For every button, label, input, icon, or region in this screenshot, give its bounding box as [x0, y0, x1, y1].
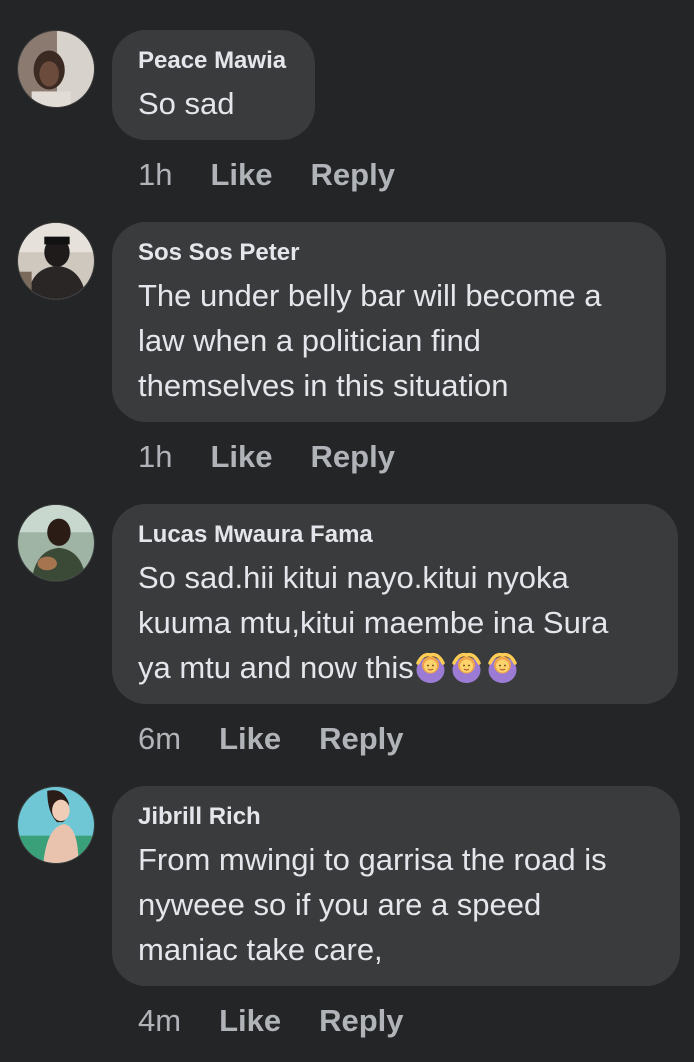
comment-timestamp[interactable]: 1h: [138, 439, 172, 475]
comment-bubble: Sos Sos Peter The under belly bar will b…: [112, 222, 666, 422]
like-button[interactable]: Like: [210, 157, 272, 193]
reply-button[interactable]: Reply: [311, 439, 395, 475]
reply-button[interactable]: Reply: [319, 1003, 403, 1039]
comment-text: The under belly bar will become a law wh…: [138, 273, 640, 408]
comment-actions: 4m Like Reply: [138, 1003, 404, 1039]
avatar-photo: [18, 223, 94, 299]
comment-bubble: Peace Mawia So sad: [112, 30, 315, 140]
comment-text-line: nyweee so if you are a speed: [138, 887, 542, 922]
comment-actions: 1h Like Reply: [138, 157, 395, 193]
comment-text-line: kuuma mtu,kitui maembe ina Sura: [138, 605, 609, 640]
like-button[interactable]: Like: [219, 721, 281, 757]
comment-text-fragment: ya mtu and now this: [138, 650, 414, 685]
comment-text-line: maniac take care,: [138, 932, 383, 967]
comment-bubble: Lucas Mwaura Fama So sad.hii kitui nayo.…: [112, 504, 678, 704]
comment-text-line: The under belly bar will become a: [138, 278, 602, 313]
comment-text-line: law when a politician find: [138, 323, 481, 358]
avatar[interactable]: [17, 222, 95, 300]
person-gesturing-ok-emoji-icon: [486, 651, 519, 684]
comment-thread: Peace Mawia So sad 1h Like Reply Sos Sos…: [0, 0, 694, 1062]
person-gesturing-ok-emoji-icon: [414, 651, 447, 684]
comment-text-line: From mwingi to garrisa the road is: [138, 842, 607, 877]
comment-timestamp[interactable]: 1h: [138, 157, 172, 193]
comment-text-line: So sad.hii kitui nayo.kitui nyoka: [138, 560, 569, 595]
comment-actions: 1h Like Reply: [138, 439, 395, 475]
comment-text-line: ya mtu and now this: [138, 645, 652, 690]
comment-author[interactable]: Peace Mawia: [138, 47, 289, 75]
avatar-photo: [18, 31, 94, 107]
like-button[interactable]: Like: [219, 1003, 281, 1039]
reply-button[interactable]: Reply: [311, 157, 395, 193]
comment-timestamp[interactable]: 4m: [138, 1003, 181, 1039]
person-gesturing-ok-emoji-icon: [450, 651, 483, 684]
reply-button[interactable]: Reply: [319, 721, 403, 757]
avatar[interactable]: [17, 504, 95, 582]
like-button[interactable]: Like: [210, 439, 272, 475]
avatar[interactable]: [17, 30, 95, 108]
comment-text-line: So sad: [138, 86, 235, 121]
comment-author[interactable]: Lucas Mwaura Fama: [138, 521, 652, 549]
avatar-photo: [18, 505, 94, 581]
avatar[interactable]: [17, 786, 95, 864]
avatar-photo: [18, 787, 94, 863]
comment-text-line: themselves in this situation: [138, 368, 509, 403]
comment-text: So sad: [138, 81, 289, 126]
comment-bubble: Jibrill Rich From mwingi to garrisa the …: [112, 786, 680, 986]
comment-timestamp[interactable]: 6m: [138, 721, 181, 757]
comment-text: So sad.hii kitui nayo.kitui nyoka kuuma …: [138, 555, 652, 690]
comment-author[interactable]: Sos Sos Peter: [138, 239, 640, 267]
comment-actions: 6m Like Reply: [138, 721, 404, 757]
comment-text: From mwingi to garrisa the road is nywee…: [138, 837, 654, 972]
comment-author[interactable]: Jibrill Rich: [138, 803, 654, 831]
